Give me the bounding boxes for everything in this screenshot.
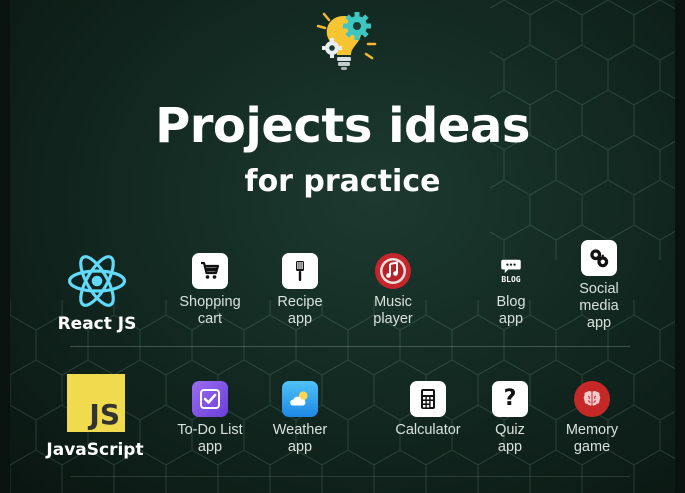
project-label: Memory game xyxy=(565,422,619,455)
row-divider-bottom xyxy=(70,476,630,477)
project-label: Social media app xyxy=(579,281,619,331)
react-js-block: React JS xyxy=(32,252,162,342)
project-label: Calculator xyxy=(395,422,461,438)
project-music-player: Music player xyxy=(348,253,438,328)
project-label: Music player xyxy=(373,294,413,327)
project-memory-game: Memory game xyxy=(547,381,637,456)
project-weather-app: Weather app xyxy=(255,381,345,456)
tech-label-react: React JS xyxy=(57,314,137,334)
project-recipe-app: Recipe app xyxy=(255,253,345,328)
project-label: Recipe app xyxy=(277,294,323,327)
project-quiz-app: ? Quiz app xyxy=(465,381,555,456)
social-media-icon xyxy=(581,240,617,276)
blog-icon-text: BLOG xyxy=(501,275,521,284)
music-note-icon xyxy=(375,253,411,289)
row-divider xyxy=(70,346,630,347)
page-title: Projects ideas xyxy=(155,98,530,154)
brain-icon xyxy=(574,381,610,417)
project-social-media-app: Social media app xyxy=(554,240,644,332)
tech-label-javascript: JavaScript xyxy=(46,440,144,460)
shopping-cart-icon xyxy=(192,253,228,289)
project-todo-list-app: To-Do List app xyxy=(165,381,255,456)
javascript-block: JS JavaScript xyxy=(30,374,160,466)
checkbox-icon xyxy=(192,381,228,417)
project-label: To-Do List app xyxy=(177,422,243,455)
js-logo-icon: JS xyxy=(67,374,125,432)
lightbulb-gears-icon xyxy=(316,12,377,70)
question-mark-icon: ? xyxy=(492,381,528,417)
quiz-icon-text: ? xyxy=(503,386,517,411)
react-logo-icon xyxy=(68,255,126,307)
poster-card: Projects ideas for practice React JS Sho… xyxy=(10,0,675,493)
blog-chat-icon: BLOG xyxy=(493,253,529,289)
weather-cloud-icon xyxy=(282,381,318,417)
page-subtitle: for practice xyxy=(244,164,441,199)
project-label: Shopping cart xyxy=(179,294,241,327)
project-label: Blog app xyxy=(496,294,526,327)
project-label: Quiz app xyxy=(495,422,525,455)
project-blog-app: BLOG Blog app xyxy=(466,253,556,328)
project-calculator: Calculator xyxy=(383,381,473,439)
calculator-icon xyxy=(410,381,446,417)
js-logo-text: JS xyxy=(89,398,120,431)
project-shopping-cart: Shopping cart xyxy=(165,253,255,328)
project-label: Weather app xyxy=(272,422,328,455)
spatula-icon xyxy=(282,253,318,289)
